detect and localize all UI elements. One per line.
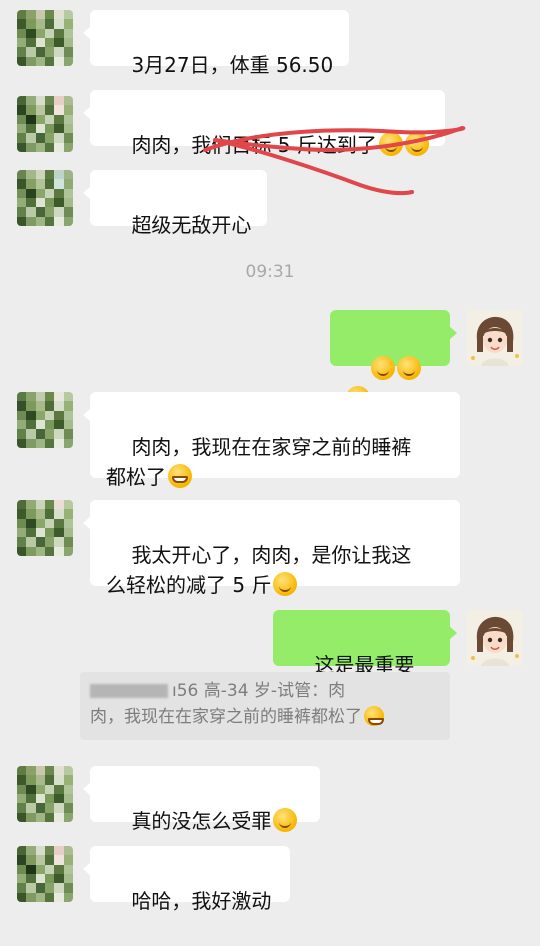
quote-line-2: 肉，我现在在家穿之前的睡裤都松了 — [90, 704, 440, 730]
cartoon-girl-avatar-image — [467, 610, 523, 666]
incoming-message-bubble[interactable]: 哈哈，我好激动 — [83, 846, 290, 913]
pixelated-avatar-image — [17, 96, 73, 152]
contact-avatar[interactable] — [17, 766, 73, 822]
outgoing-message-bubble[interactable]: 这是最重要的 — [273, 610, 457, 707]
contact-avatar[interactable] — [17, 392, 73, 448]
hugging-face-icon — [397, 356, 422, 380]
quoted-message[interactable]: ı56 高-34 岁-试管：肉 肉，我现在在家穿之前的睡裤都松了 — [80, 672, 450, 740]
incoming-message-bubble[interactable]: 我太开心了，肉肉，是你让我这 么轻松的减了 5 斤 — [83, 500, 460, 597]
message-text: 我太开心了，肉肉，是你让我这 么轻松的减了 5 斤 — [106, 543, 412, 597]
outgoing-message-bubble[interactable] — [330, 310, 457, 410]
self-avatar[interactable] — [467, 610, 523, 666]
contact-avatar[interactable] — [17, 500, 73, 556]
self-avatar[interactable] — [467, 310, 523, 366]
chat-timestamp: 09:31 — [245, 262, 295, 282]
cartoon-girl-avatar-image — [467, 310, 523, 366]
grinning-face-icon — [168, 464, 192, 488]
contact-avatar[interactable] — [17, 96, 73, 152]
message-text: 肉肉，我们目标 5 斤达到了 — [131, 133, 377, 157]
pixelated-avatar-image — [17, 392, 73, 448]
message-text: 超级无敌开心 — [131, 213, 252, 237]
thinking-face-icon — [378, 132, 403, 156]
pixelated-avatar-image — [17, 10, 73, 66]
contact-avatar[interactable] — [17, 10, 73, 66]
pixelated-avatar-image — [17, 170, 73, 226]
incoming-message-bubble[interactable]: 肉肉，我现在在家穿之前的睡裤 都松了 — [83, 392, 460, 489]
pixelated-avatar-image — [17, 846, 73, 902]
message-text: 哈哈，我好激动 — [131, 889, 272, 913]
pixelated-avatar-image — [17, 766, 73, 822]
quote-line-1: ı56 高-34 岁-试管：肉 — [90, 678, 440, 704]
incoming-message-bubble[interactable]: 真的没怎么受罪 — [83, 766, 320, 833]
message-text: 3月27日，体重 56.50 — [131, 53, 334, 77]
thinking-face-icon — [404, 132, 429, 156]
incoming-message-bubble[interactable]: 3月27日，体重 56.50 — [82, 10, 350, 77]
hugging-face-icon — [371, 356, 396, 380]
message-text: 真的没怎么受罪 — [131, 809, 272, 833]
contact-avatar[interactable] — [17, 846, 73, 902]
contact-avatar[interactable] — [17, 170, 73, 226]
thinking-face-icon — [273, 572, 298, 596]
redacted-name — [90, 684, 168, 698]
message-text: 肉肉，我现在在家穿之前的睡裤 都松了 — [106, 435, 412, 489]
incoming-message-bubble[interactable]: 肉肉，我们目标 5 斤达到了 — [83, 90, 445, 157]
thinking-face-icon — [273, 808, 298, 832]
incoming-message-bubble[interactable]: 超级无敌开心 — [82, 170, 268, 237]
grinning-face-icon — [364, 706, 384, 726]
pixelated-avatar-image — [17, 500, 73, 556]
